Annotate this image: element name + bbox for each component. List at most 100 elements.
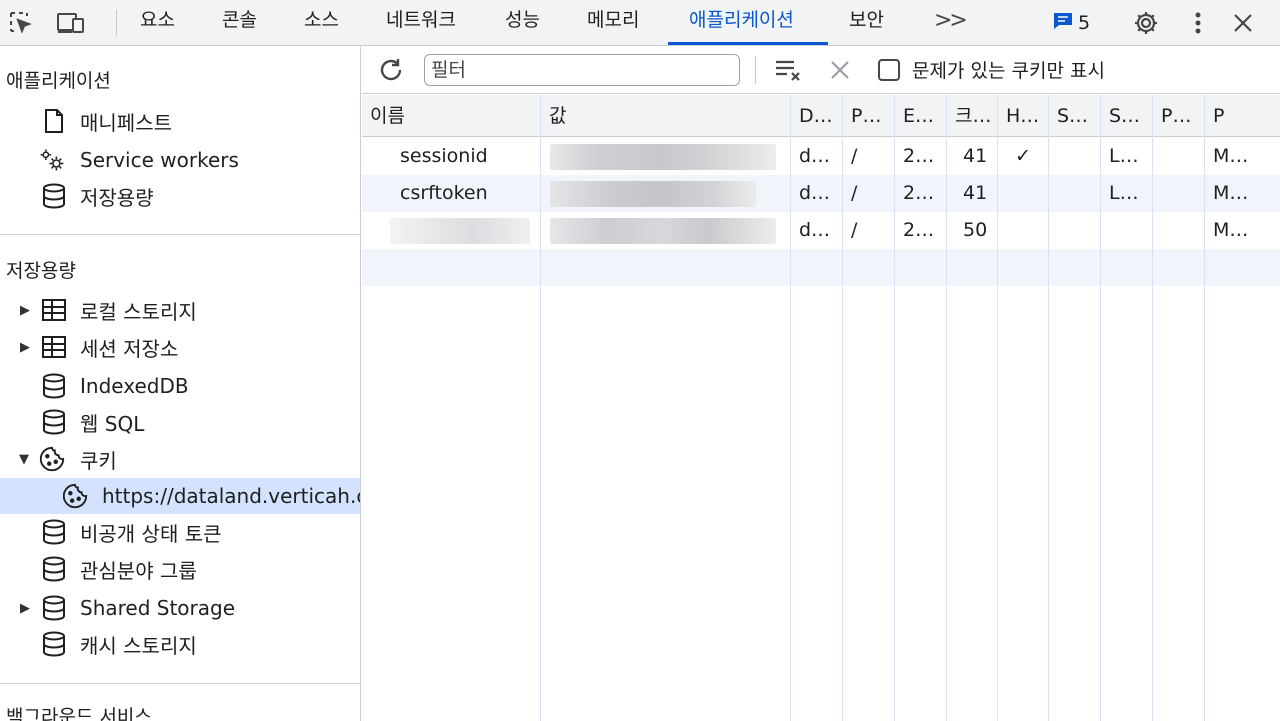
column-header-expires[interactable]: E… bbox=[895, 95, 947, 137]
table-icon bbox=[40, 333, 68, 361]
clear-all-cookies-icon[interactable] bbox=[772, 55, 804, 85]
section-divider bbox=[0, 683, 360, 684]
cookie-priority: M… bbox=[1213, 219, 1249, 241]
column-divider[interactable] bbox=[997, 95, 998, 721]
tab-elements[interactable]: 요소 bbox=[140, 0, 175, 46]
column-header-name[interactable]: 이름 bbox=[362, 95, 540, 137]
sidebar-item-session-storage[interactable]: ▶ 세션 저장소 bbox=[0, 329, 360, 365]
filter-input[interactable] bbox=[424, 54, 740, 86]
sidebar-item-cache-storage[interactable]: 캐시 스토리지 bbox=[0, 626, 360, 662]
sidebar-item-storage-overview[interactable]: 저장용량 bbox=[0, 178, 360, 214]
table-row[interactable]: csrftoken d… / 2… 41 L… M… bbox=[362, 175, 1280, 212]
redacted-value bbox=[550, 218, 776, 244]
empty-row bbox=[362, 249, 1280, 286]
sidebar-item-label: 로컬 스토리지 bbox=[80, 299, 197, 324]
cookie-secure bbox=[1049, 175, 1101, 212]
sidebar-item-label: 저장용량 bbox=[80, 185, 154, 210]
sidebar-item-label: 캐시 스토리지 bbox=[80, 633, 197, 658]
issues-button[interactable]: 5 bbox=[1052, 10, 1090, 36]
column-header-httponly[interactable]: H… bbox=[998, 95, 1049, 137]
sidebar-item-interest-groups[interactable]: 관심분야 그룹 bbox=[0, 551, 360, 587]
column-header-samesite[interactable]: S… bbox=[1101, 95, 1153, 137]
collapse-triangle-icon[interactable]: ▼ bbox=[19, 452, 29, 467]
database-icon bbox=[40, 518, 68, 546]
column-header-priority[interactable]: P bbox=[1205, 95, 1280, 137]
column-header-secure[interactable]: S… bbox=[1049, 95, 1101, 137]
settings-gear-icon[interactable] bbox=[1131, 8, 1161, 38]
cookie-samesite bbox=[1101, 212, 1153, 249]
column-header-path[interactable]: P… bbox=[843, 95, 895, 137]
more-options-icon[interactable] bbox=[1183, 8, 1213, 38]
tab-console[interactable]: 콘솔 bbox=[222, 0, 257, 46]
table-row[interactable]: d… / 2… 50 M… bbox=[362, 212, 1280, 249]
sidebar-item-shared-storage[interactable]: ▶ Shared Storage bbox=[0, 590, 360, 626]
sidebar-item-manifest[interactable]: 매니페스트 bbox=[0, 103, 360, 139]
issues-count: 5 bbox=[1078, 12, 1091, 34]
column-divider[interactable] bbox=[540, 95, 541, 721]
tab-performance[interactable]: 성능 bbox=[505, 0, 540, 46]
tab-network[interactable]: 네트워크 bbox=[386, 0, 456, 46]
expand-triangle-icon[interactable]: ▶ bbox=[20, 601, 30, 616]
table-row[interactable]: sessionid d… / 2… 41 ✓ L… M… bbox=[362, 138, 1280, 175]
table-header-row: 이름 값 D… P… E… 크… H… S… S… P… P bbox=[362, 95, 1280, 137]
column-header-domain[interactable]: D… bbox=[791, 95, 843, 137]
sidebar-item-indexeddb[interactable]: IndexedDB bbox=[0, 368, 360, 404]
sidebar-item-cookies[interactable]: ▼ 쿠키 bbox=[0, 441, 360, 477]
cookie-secure bbox=[1049, 212, 1101, 249]
column-header-value[interactable]: 값 bbox=[541, 95, 791, 137]
cookies-toolbar: 문제가 있는 쿠키만 표시 bbox=[362, 46, 1280, 94]
column-divider[interactable] bbox=[1048, 95, 1049, 721]
cookie-path: / bbox=[851, 145, 858, 167]
database-icon bbox=[40, 630, 68, 658]
column-divider[interactable] bbox=[894, 95, 895, 721]
expand-triangle-icon[interactable]: ▶ bbox=[20, 303, 30, 318]
column-divider[interactable] bbox=[790, 95, 791, 721]
refresh-icon[interactable] bbox=[375, 55, 407, 85]
sidebar-item-private-state-tokens[interactable]: 비공개 상태 토큰 bbox=[0, 514, 360, 550]
column-divider[interactable] bbox=[842, 95, 843, 721]
table-icon bbox=[40, 296, 68, 324]
tab-sources[interactable]: 소스 bbox=[304, 0, 339, 46]
column-divider[interactable] bbox=[1152, 95, 1153, 721]
cookie-icon bbox=[38, 445, 66, 473]
sidebar-item-local-storage[interactable]: ▶ 로컬 스토리지 bbox=[0, 292, 360, 328]
cookie-name: sessionid bbox=[400, 145, 488, 167]
cookie-name: csrftoken bbox=[400, 182, 488, 204]
close-icon[interactable] bbox=[1228, 8, 1258, 38]
cookie-domain: d… bbox=[799, 182, 831, 204]
redacted-name bbox=[390, 218, 530, 244]
inspect-element-icon[interactable] bbox=[6, 8, 36, 38]
delete-selected-icon[interactable] bbox=[824, 55, 856, 85]
cookie-httponly: ✓ bbox=[1015, 145, 1031, 167]
sidebar-item-service-workers[interactable]: Service workers bbox=[0, 142, 360, 178]
tab-application[interactable]: 애플리케이션 bbox=[689, 0, 794, 46]
cookie-size: 50 bbox=[963, 219, 988, 241]
cookie-path: / bbox=[851, 182, 858, 204]
column-divider[interactable] bbox=[1204, 95, 1205, 721]
tab-security[interactable]: 보안 bbox=[849, 0, 884, 46]
toolbar-divider bbox=[116, 10, 117, 36]
tab-memory[interactable]: 메모리 bbox=[587, 0, 639, 46]
sidebar-item-label: 세션 저장소 bbox=[80, 336, 179, 361]
column-divider[interactable] bbox=[1100, 95, 1101, 721]
issues-icon bbox=[1052, 11, 1074, 36]
column-divider[interactable] bbox=[946, 95, 947, 721]
cookie-httponly bbox=[998, 212, 1049, 249]
only-issues-checkbox[interactable] bbox=[878, 59, 900, 81]
sidebar-item-label: 쿠키 bbox=[80, 448, 117, 473]
more-tabs-button[interactable]: >> bbox=[934, 8, 968, 33]
sidebar-item-cookie-origin[interactable]: https://dataland.verticah.c bbox=[0, 478, 360, 514]
section-divider bbox=[0, 234, 360, 235]
sidebar-item-label: 비공개 상태 토큰 bbox=[80, 521, 222, 546]
column-header-size[interactable]: 크… bbox=[947, 95, 998, 137]
cookie-samesite: L… bbox=[1109, 182, 1139, 204]
redacted-value bbox=[550, 144, 776, 170]
sidebar-item-web-sql[interactable]: 웹 SQL bbox=[0, 404, 360, 440]
device-toolbar-icon[interactable] bbox=[56, 8, 86, 38]
cookie-secure bbox=[1049, 138, 1101, 175]
section-title-storage: 저장용량 bbox=[6, 260, 76, 282]
expand-triangle-icon[interactable]: ▶ bbox=[20, 340, 30, 355]
column-header-partition-key[interactable]: P… bbox=[1153, 95, 1205, 137]
sidebar-item-label: Service workers bbox=[80, 148, 239, 172]
cookie-path: / bbox=[851, 219, 858, 241]
